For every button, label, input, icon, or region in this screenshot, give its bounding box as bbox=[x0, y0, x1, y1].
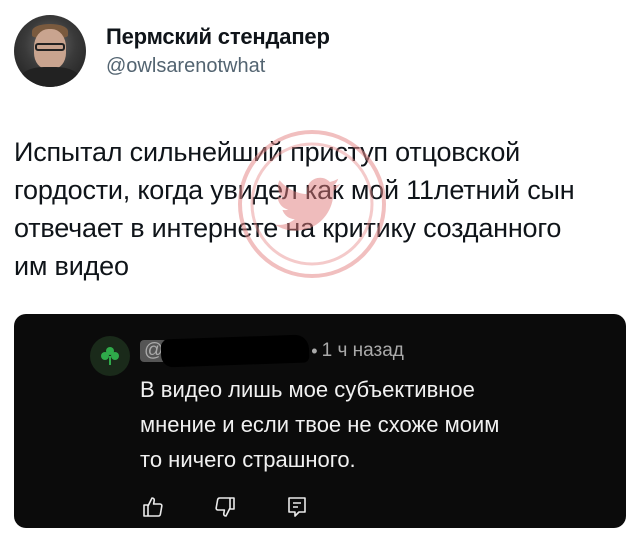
clover-icon bbox=[101, 347, 119, 365]
comment-avatar[interactable] bbox=[90, 336, 130, 376]
like-button[interactable] bbox=[140, 494, 166, 520]
dislike-button[interactable] bbox=[212, 494, 238, 520]
reply-icon bbox=[288, 497, 306, 517]
thumbs-down-icon bbox=[215, 497, 235, 517]
meta-separator: • bbox=[311, 340, 318, 361]
comment-timestamp: 1 ч назад bbox=[321, 340, 404, 361]
author-avatar[interactable] bbox=[14, 15, 86, 87]
thumbs-up-icon bbox=[143, 497, 163, 517]
author-display-name[interactable]: Пермский стендапер bbox=[106, 23, 330, 51]
reply-button[interactable] bbox=[284, 494, 310, 520]
author-handle[interactable]: @owlsarenotwhat bbox=[106, 53, 330, 79]
handle-redaction bbox=[160, 334, 310, 368]
comment-actions bbox=[140, 494, 310, 520]
comment-meta: @ • 1 ч назад bbox=[140, 334, 404, 368]
comment-text: В видео лишь мое субъективное мнение и е… bbox=[140, 377, 500, 472]
tweet-text: Испытал сильнейший приступ отцовской гор… bbox=[14, 137, 575, 281]
author-names: Пермский стендапер @owlsarenotwhat bbox=[106, 23, 330, 79]
avatar-glasses bbox=[35, 43, 65, 51]
comment-card: @ • 1 ч назад В видео лишь мое субъектив… bbox=[14, 314, 626, 528]
avatar-body bbox=[20, 67, 80, 87]
tweet-header: Пермский стендапер @owlsarenotwhat bbox=[14, 15, 330, 87]
